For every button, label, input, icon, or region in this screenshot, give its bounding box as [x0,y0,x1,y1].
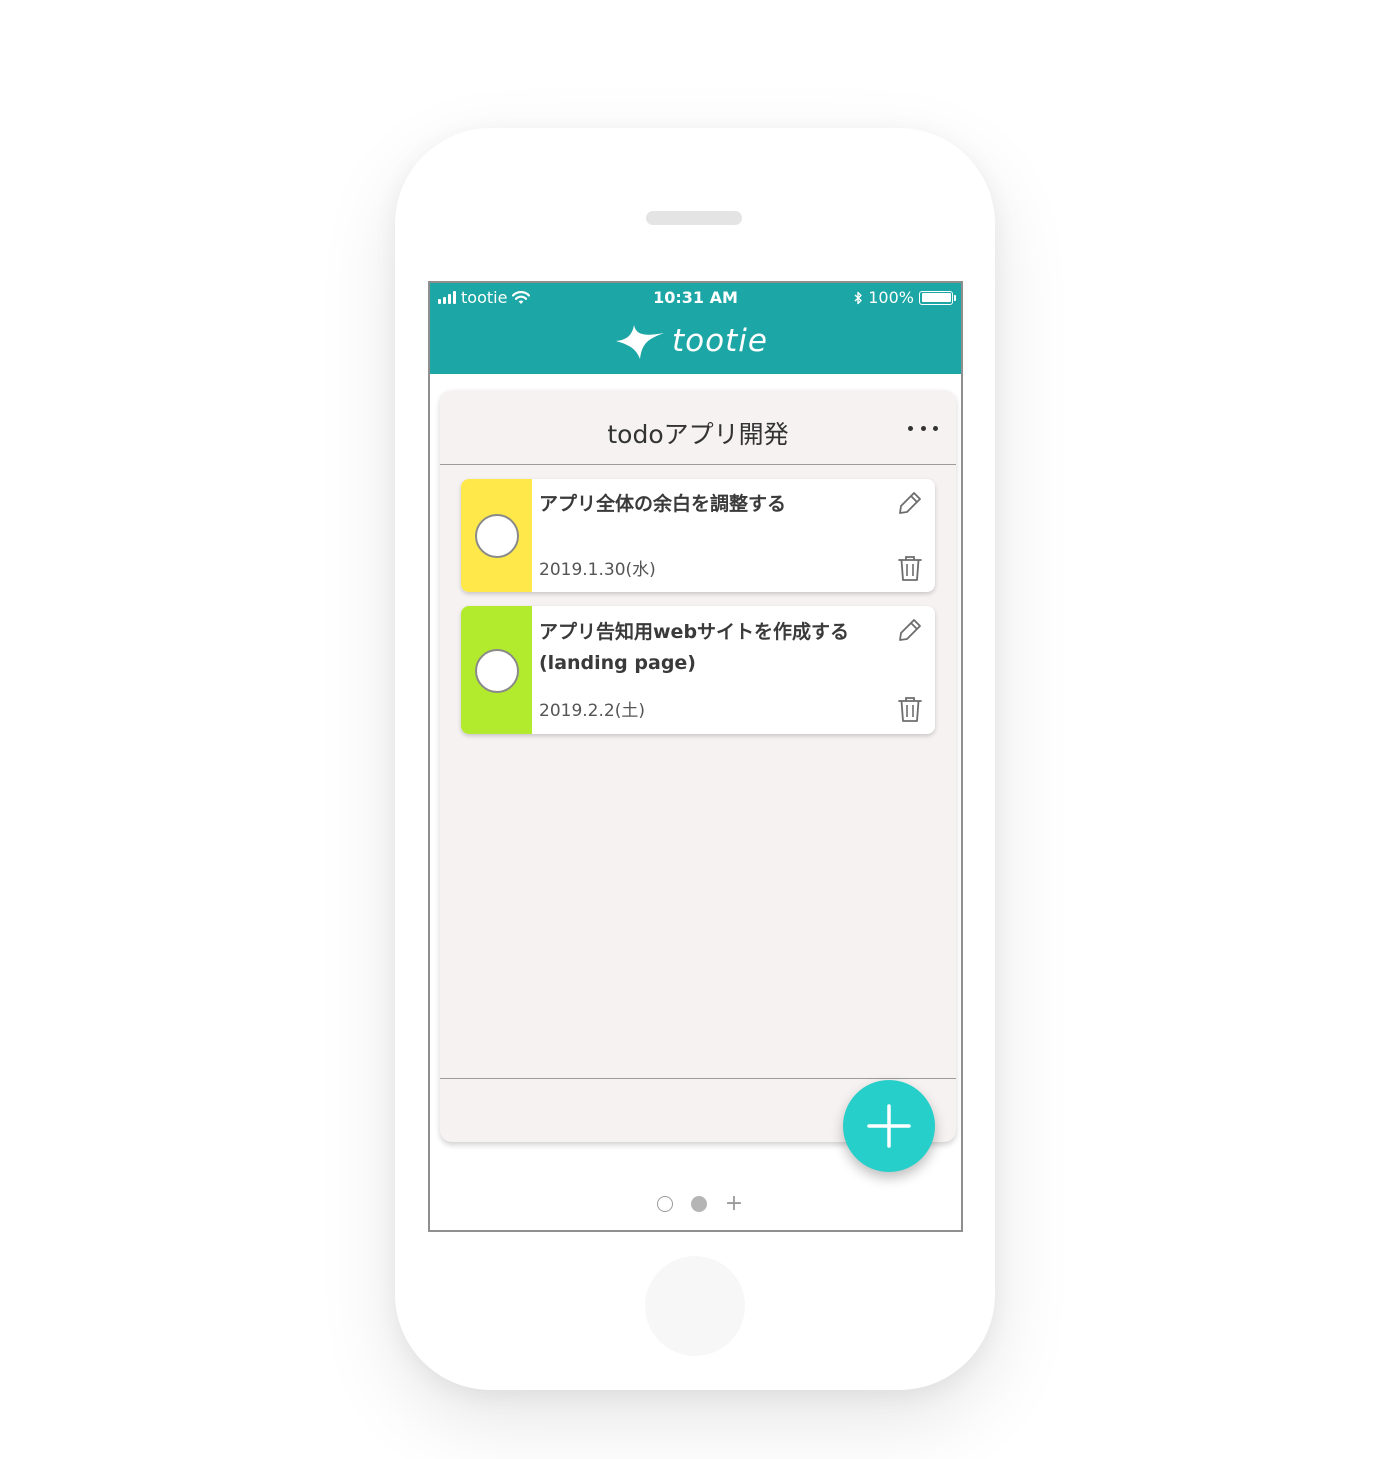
add-task-button[interactable] [843,1080,935,1172]
bluetooth-icon [854,291,862,304]
app-header: tootie 10:31 AM 100% tootie [430,283,961,374]
page-indicator: + [650,1193,750,1215]
task-card[interactable]: アプリ告知用webサイトを作成する(landing page) 2019.2.2… [461,606,935,734]
page-dot-2-active[interactable] [690,1196,707,1212]
edit-pencil-icon[interactable] [897,490,923,516]
add-page-icon[interactable]: + [725,1193,743,1215]
page-dot-1[interactable] [656,1196,673,1212]
task-title: アプリ告知用webサイトを作成する(landing page) [539,621,850,674]
task-date: 2019.1.30(水) [539,560,656,580]
todo-board: todoアプリ開発 アプリ全体の余白を調整する 2019.1.30(水) アプリ… [440,390,956,1142]
phone-screen: tootie 10:31 AM 100% tootie todoアプリ開発 アプ… [428,281,963,1232]
more-options-icon[interactable] [908,418,938,438]
task-date: 2019.2.2(土) [539,701,645,721]
logo-bird-icon [616,325,664,359]
battery-percent: 100% [868,288,914,307]
phone-speaker [646,211,742,225]
task-title: アプリ全体の余白を調整する [539,493,787,515]
trash-icon[interactable] [897,554,923,582]
board-title: todoアプリ開発 [607,420,789,449]
task-complete-checkbox[interactable] [475,649,519,693]
edit-pencil-icon[interactable] [897,617,923,643]
task-card[interactable]: アプリ全体の余白を調整する 2019.1.30(水) [461,479,935,592]
trash-icon[interactable] [897,695,923,723]
logo-text: tootie [672,323,768,359]
board-header: todoアプリ開発 [440,390,956,465]
battery-icon [919,290,956,305]
board-footer-divider [440,1078,956,1079]
plus-icon [867,1104,911,1148]
app-logo: tootie [614,319,768,363]
task-complete-checkbox[interactable] [475,514,519,558]
status-right: 100% [854,288,956,307]
status-bar: tootie 10:31 AM 100% [430,287,961,309]
home-button[interactable] [645,1256,745,1356]
